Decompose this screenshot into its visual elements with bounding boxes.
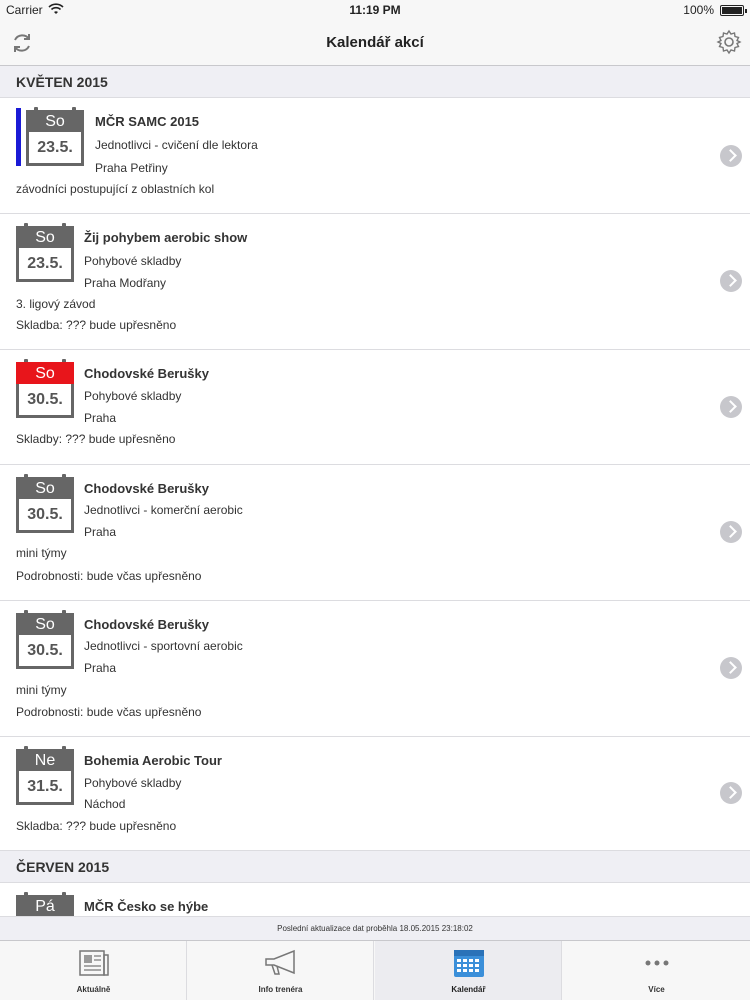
gear-icon[interactable] — [716, 29, 742, 55]
event-detail: Podrobnosti: bude včas upřesněno — [16, 569, 202, 583]
event-weekday: So — [16, 362, 74, 384]
event-weekday: Ne — [16, 749, 74, 771]
calendar-date-icon: Pá — [16, 892, 74, 916]
event-note: závodníci postupující z oblastních kol — [16, 182, 215, 196]
chevron-right-icon[interactable] — [720, 270, 742, 292]
event-row[interactable]: Pá MČR Česko se hýbe — [0, 883, 750, 916]
event-row[interactable]: So 30.5. Chodovské Berušky Jednotlivci -… — [0, 465, 750, 601]
accent-bar — [16, 108, 21, 166]
event-location: Praha — [84, 411, 117, 425]
tab-label: Aktuálně — [76, 985, 111, 994]
event-location: Náchod — [84, 797, 126, 811]
status-time: 11:19 PM — [349, 3, 401, 17]
event-location: Praha Petřiny — [95, 161, 168, 175]
calendar-date-icon: So 23.5. — [16, 223, 74, 282]
event-date: 31.5. — [16, 771, 74, 805]
event-row[interactable]: So 23.5. MČR SAMC 2015 Jednotlivci - cvi… — [0, 98, 750, 214]
calendar-date-icon: So 30.5. — [16, 474, 74, 533]
event-row[interactable]: So 30.5. Chodovské Berušky Jednotlivci -… — [0, 601, 750, 737]
event-note: Skladby: ??? bude upřesněno — [16, 432, 176, 446]
event-note: 3. ligový závod — [16, 297, 96, 311]
tab-info-trenera[interactable]: Info trenéra — [187, 941, 374, 1000]
event-weekday: So — [26, 110, 84, 132]
event-category: Jednotlivci - sportovní aerobic — [84, 639, 243, 653]
event-title: MČR Česko se hýbe — [84, 899, 209, 914]
chevron-right-icon[interactable] — [720, 782, 742, 804]
event-date: 23.5. — [26, 132, 84, 166]
event-weekday: Pá — [16, 895, 74, 916]
calendar-date-icon: So 23.5. — [26, 107, 84, 166]
newspaper-icon — [79, 950, 109, 976]
event-location: Praha — [84, 661, 117, 675]
event-note: mini týmy — [16, 546, 67, 560]
more-dots-icon — [645, 960, 669, 966]
status-bar: Carrier 11:19 PM 100% — [0, 0, 750, 20]
tab-bar: Aktuálně Info trenéra Kalendář Více — [0, 940, 750, 1000]
event-title: Chodovské Berušky — [84, 481, 209, 496]
event-category: Jednotlivci - komerční aerobic — [84, 503, 243, 517]
event-date: 23.5. — [16, 248, 74, 282]
section-header-june: ČERVEN 2015 — [0, 851, 750, 883]
event-category: Pohybové skladby — [84, 254, 182, 268]
event-title: Bohemia Aerobic Tour — [84, 753, 222, 768]
event-category: Pohybové skladby — [84, 389, 182, 403]
tab-label: Info trenéra — [258, 985, 303, 994]
event-title: Chodovské Berušky — [84, 366, 209, 381]
event-note: Skladba: ??? bude upřesněno — [16, 819, 177, 833]
event-category: Pohybové skladby — [84, 776, 182, 790]
event-note: mini týmy — [16, 683, 67, 697]
event-detail: Podrobnosti: bude včas upřesněno — [16, 705, 202, 719]
event-detail: Skladba: ??? bude upřesněno — [16, 318, 177, 332]
calendar-date-icon: Ne 31.5. — [16, 746, 74, 805]
chevron-right-icon[interactable] — [720, 145, 742, 167]
battery-icon — [720, 5, 747, 16]
event-weekday: So — [16, 477, 74, 499]
event-category: Jednotlivci - cvičení dle lektora — [95, 138, 258, 152]
section-header-may: KVĚTEN 2015 — [0, 66, 750, 98]
event-weekday: So — [16, 613, 74, 635]
chevron-right-icon[interactable] — [720, 521, 742, 543]
event-location: Praha — [84, 525, 117, 539]
megaphone-icon — [265, 949, 295, 975]
event-row[interactable]: So 23.5. Žij pohybem aerobic show Pohybo… — [0, 214, 750, 350]
event-row[interactable]: Ne 31.5. Bohemia Aerobic Tour Pohybové s… — [0, 737, 750, 851]
tab-label: Více — [648, 985, 665, 994]
event-date: 30.5. — [16, 635, 74, 669]
battery-percent: 100% — [683, 3, 714, 17]
event-location: Praha Modřany — [84, 276, 167, 290]
tab-label: Kalendář — [451, 985, 486, 994]
calendar-date-icon: So 30.5. — [16, 359, 74, 418]
event-date: 30.5. — [16, 499, 74, 533]
calendar-icon — [454, 950, 484, 977]
chevron-right-icon[interactable] — [720, 396, 742, 418]
event-title: MČR SAMC 2015 — [95, 114, 200, 129]
chevron-right-icon[interactable] — [720, 657, 742, 679]
navigation-bar: Kalendář akcí — [0, 20, 750, 66]
page-title: Kalendář akcí — [326, 34, 424, 51]
tab-vice[interactable]: Více — [563, 941, 750, 1000]
last-update-bar: Poslední aktualizace dat proběhla 18.05.… — [0, 916, 750, 940]
event-row[interactable]: So 30.5. Chodovské Berušky Pohybové skla… — [0, 350, 750, 465]
tab-kalendar[interactable]: Kalendář — [375, 941, 562, 1000]
event-weekday: So — [16, 226, 74, 248]
tab-aktualne[interactable]: Aktuálně — [0, 941, 187, 1000]
event-title: Chodovské Berušky — [84, 617, 209, 632]
calendar-date-icon: So 30.5. — [16, 610, 74, 669]
event-date: 30.5. — [16, 384, 74, 418]
event-title: Žij pohybem aerobic show — [84, 230, 248, 245]
